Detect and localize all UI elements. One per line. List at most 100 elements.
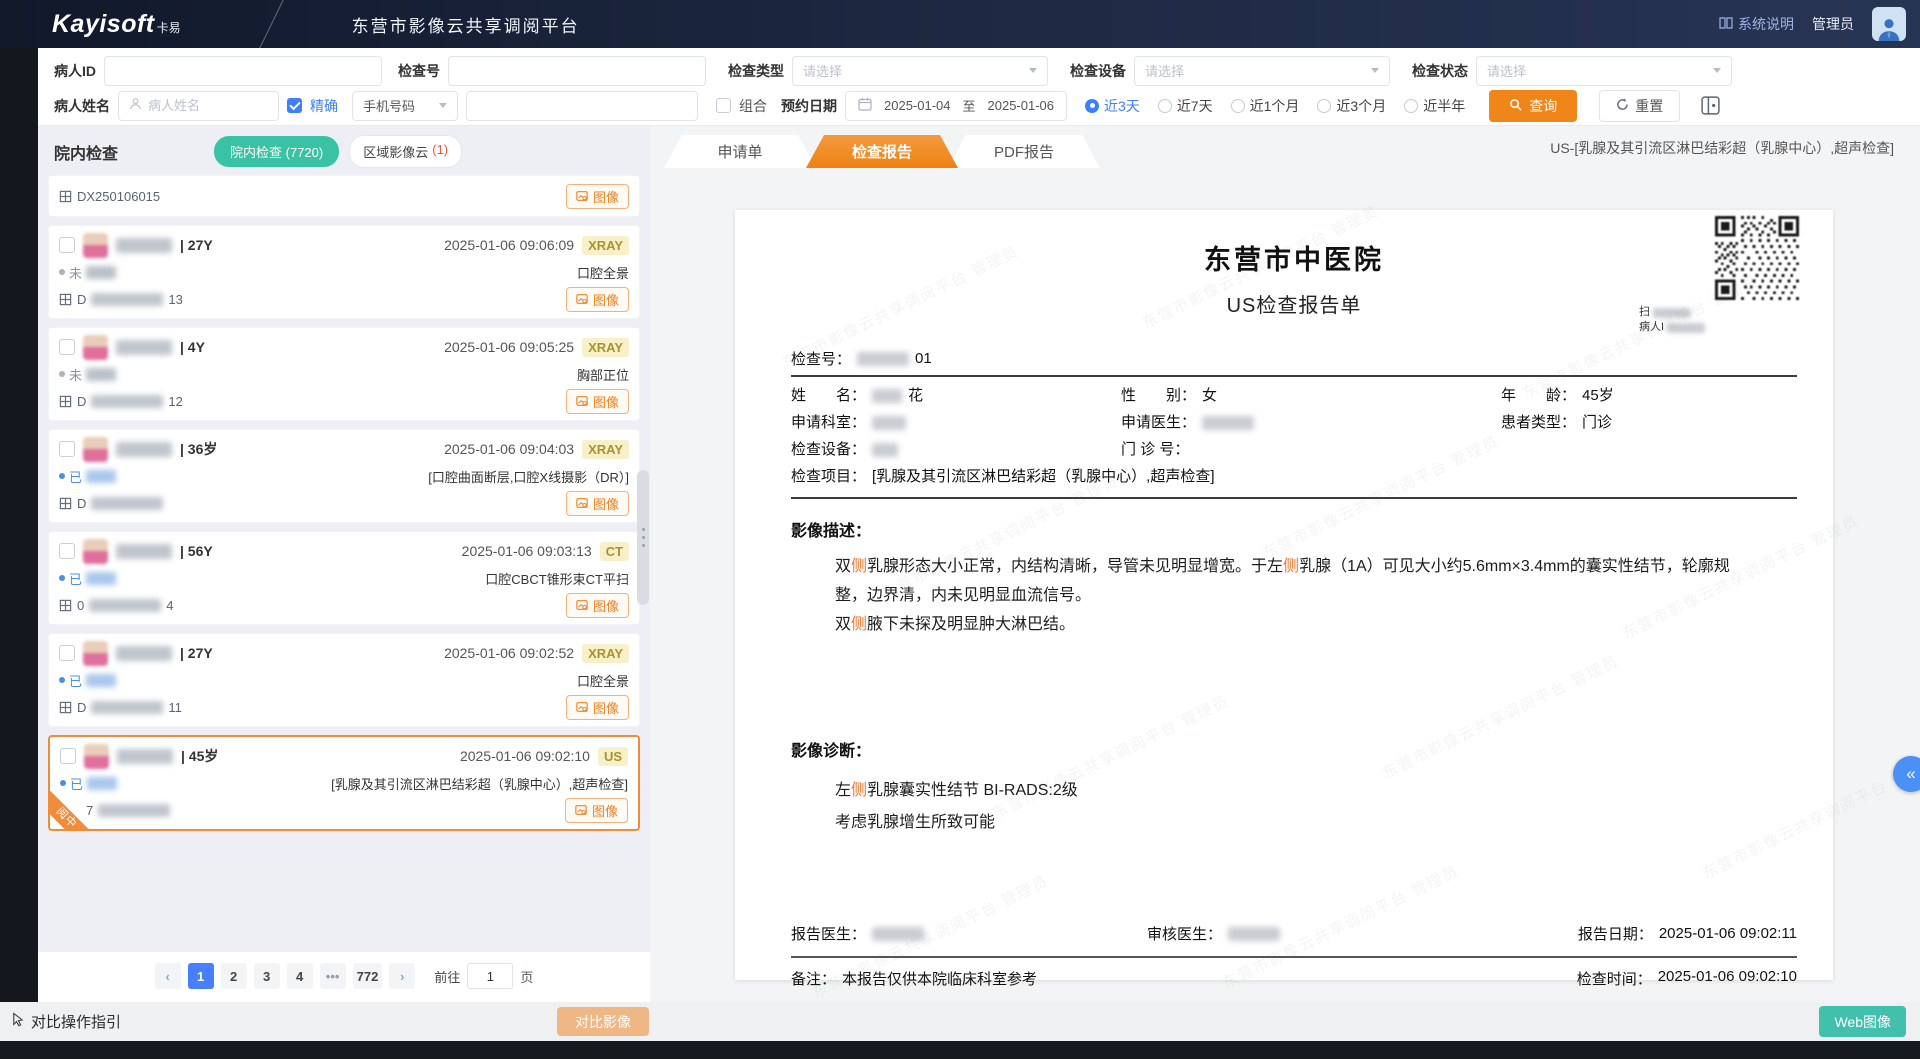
web-image-button[interactable]: Web图像 bbox=[1819, 1006, 1906, 1037]
exam-number: 7 bbox=[86, 803, 175, 818]
exam-date: 2025-01-06 09:02:52 bbox=[444, 645, 574, 661]
chevron-down-icon bbox=[1371, 68, 1379, 73]
phone-select[interactable]: 手机号码 bbox=[352, 91, 458, 121]
exam-card[interactable]: | 4Y 2025-01-06 09:05:25 XRAY 未 胸部正位 D12 bbox=[48, 327, 640, 421]
image-icon bbox=[576, 190, 588, 202]
exam-type-select[interactable]: 请选择 bbox=[792, 56, 1048, 86]
tab-request-form[interactable]: 申请单 bbox=[664, 135, 816, 168]
exam-checkbox[interactable] bbox=[59, 645, 75, 661]
exam-card[interactable]: | 27Y 2025-01-06 09:06:09 XRAY 未 口腔全景 D1… bbox=[48, 225, 640, 319]
image-button[interactable]: 图像 bbox=[566, 491, 629, 516]
patient-name-field[interactable] bbox=[118, 91, 279, 121]
exam-no-input[interactable] bbox=[448, 56, 706, 86]
exam-device-select[interactable]: 请选择 bbox=[1134, 56, 1390, 86]
image-icon bbox=[576, 395, 588, 407]
exam-checkbox[interactable] bbox=[59, 237, 75, 253]
exam-number: DX250106015 bbox=[59, 189, 160, 204]
tab-pdf-report[interactable]: PDF报告 bbox=[948, 135, 1100, 168]
exam-number-redacted bbox=[91, 293, 163, 306]
exam-card-partial[interactable]: DX250106015 图像 bbox=[48, 175, 640, 217]
refresh-icon bbox=[1616, 98, 1629, 114]
report-doctor: 报告医生： bbox=[791, 923, 1147, 944]
procedure-name: 口腔CBCT锥形束CT平扫 bbox=[485, 569, 629, 588]
exact-checkbox[interactable] bbox=[287, 98, 302, 113]
tab-hospital-exams[interactable]: 院内检查 (7720) bbox=[214, 136, 339, 167]
exam-status-label: 检查状态 bbox=[1412, 61, 1468, 81]
exam-checkbox[interactable] bbox=[60, 748, 76, 764]
image-button[interactable]: 图像 bbox=[566, 184, 629, 209]
exam-no-label: 检查号 bbox=[398, 61, 440, 81]
filter-bar: 病人ID 检查号 检查类型 请选择 检查设备 请选择 检查状态 请选择 病人姓名… bbox=[38, 48, 1920, 126]
exam-checkbox[interactable] bbox=[59, 441, 75, 457]
status-redacted bbox=[86, 572, 116, 585]
combine-checkbox[interactable] bbox=[716, 98, 731, 113]
tab-regional-cloud[interactable]: 区域影像云 (1) bbox=[349, 135, 462, 168]
report-panel: 申请单 检查报告 PDF报告 US-[乳腺及其引流区淋巴结彩超（乳腺中心）,超声… bbox=[650, 126, 1920, 1002]
header-divider bbox=[255, 0, 287, 56]
list-scrollbar[interactable] bbox=[637, 470, 649, 605]
goto-page-input[interactable] bbox=[467, 963, 513, 989]
date-separator: 至 bbox=[963, 96, 976, 115]
patient-id-input[interactable] bbox=[104, 56, 382, 86]
patient-name-redacted bbox=[116, 544, 172, 559]
image-button[interactable]: 图像 bbox=[566, 593, 629, 618]
exam-number-redacted bbox=[98, 804, 170, 817]
brand-logo: Kayisoft 卡易 bbox=[52, 10, 181, 39]
modality-badge: XRAY bbox=[582, 236, 629, 255]
person-icon bbox=[129, 97, 142, 115]
range-6m-radio[interactable]: 近半年 bbox=[1404, 96, 1465, 116]
exam-checkbox[interactable] bbox=[59, 339, 75, 355]
range-1m-radio[interactable]: 近1个月 bbox=[1231, 96, 1300, 116]
phone-input[interactable] bbox=[466, 91, 698, 121]
patient-name-input[interactable] bbox=[148, 98, 268, 113]
header-right: 系统说明 管理员 bbox=[1719, 7, 1906, 41]
image-button[interactable]: 图像 bbox=[566, 695, 629, 720]
exam-number: 04 bbox=[59, 598, 173, 613]
date-range-input[interactable]: 2025-01-04 至 2025-01-06 bbox=[845, 91, 1067, 121]
username[interactable]: 管理员 bbox=[1812, 14, 1854, 34]
search-button[interactable]: 查询 bbox=[1489, 90, 1577, 122]
range-3m-radio[interactable]: 近3个月 bbox=[1317, 96, 1386, 116]
field-outpatient-no: 门 诊 号： bbox=[1121, 436, 1501, 463]
field-device: 检查设备： bbox=[791, 436, 1121, 463]
exam-card[interactable]: | 56Y 2025-01-06 09:03:13 CT 已 口腔CBCT锥形束… bbox=[48, 531, 640, 625]
exam-status-select[interactable]: 请选择 bbox=[1476, 56, 1732, 86]
avatar[interactable] bbox=[1872, 7, 1906, 41]
page-button-1[interactable]: 1 bbox=[188, 963, 214, 989]
exam-card[interactable]: | 36岁 2025-01-06 09:04:03 XRAY 已 [口腔曲面断层… bbox=[48, 429, 640, 523]
grid-icon bbox=[59, 395, 72, 408]
page-button-4[interactable]: 4 bbox=[287, 963, 313, 989]
image-button[interactable]: 图像 bbox=[565, 798, 628, 823]
compare-guide-link[interactable]: 对比操作指引 bbox=[10, 1011, 121, 1032]
page-button-last[interactable]: 772 bbox=[353, 963, 383, 989]
page-ellipsis[interactable]: ••• bbox=[320, 963, 346, 989]
patient-avatar bbox=[83, 233, 108, 258]
procedure-name: 口腔全景 bbox=[577, 671, 629, 690]
exam-card[interactable]: | 27Y 2025-01-06 09:02:52 XRAY 已 口腔全景 D1… bbox=[48, 633, 640, 727]
exam-checkbox[interactable] bbox=[59, 543, 75, 559]
report-date: 报告日期：2025-01-06 09:02:11 bbox=[1578, 923, 1797, 944]
prev-page-button[interactable]: ‹ bbox=[155, 963, 181, 989]
view-toggle-button[interactable] bbox=[1700, 95, 1721, 116]
range-7d-radio[interactable]: 近7天 bbox=[1158, 96, 1213, 116]
field-name: 姓 名：花 bbox=[791, 382, 1121, 409]
image-button[interactable]: 图像 bbox=[566, 287, 629, 312]
patient-name-redacted bbox=[116, 646, 172, 661]
exam-date: 2025-01-06 09:04:03 bbox=[444, 441, 574, 457]
system-help-link[interactable]: 系统说明 bbox=[1719, 14, 1794, 34]
page-button-2[interactable]: 2 bbox=[221, 963, 247, 989]
patient-age: | 27Y bbox=[180, 237, 213, 253]
reset-button[interactable]: 重置 bbox=[1599, 90, 1680, 122]
exam-card-selected[interactable]: | 45岁 2025-01-06 09:02:10 US 已 [乳腺及其引流区淋… bbox=[48, 735, 640, 831]
exam-number-redacted bbox=[91, 701, 163, 714]
next-page-button[interactable]: › bbox=[389, 963, 415, 989]
report-doctor-redacted bbox=[872, 927, 924, 941]
compare-images-button[interactable]: 对比影像 bbox=[557, 1007, 649, 1036]
page-button-3[interactable]: 3 bbox=[254, 963, 280, 989]
patient-avatar bbox=[84, 744, 109, 769]
status-redacted bbox=[86, 368, 116, 381]
range-3d-radio[interactable]: 近3天 bbox=[1085, 96, 1140, 116]
image-button[interactable]: 图像 bbox=[566, 389, 629, 414]
person-icon bbox=[1876, 15, 1902, 41]
tab-exam-report[interactable]: 检查报告 bbox=[806, 135, 958, 168]
